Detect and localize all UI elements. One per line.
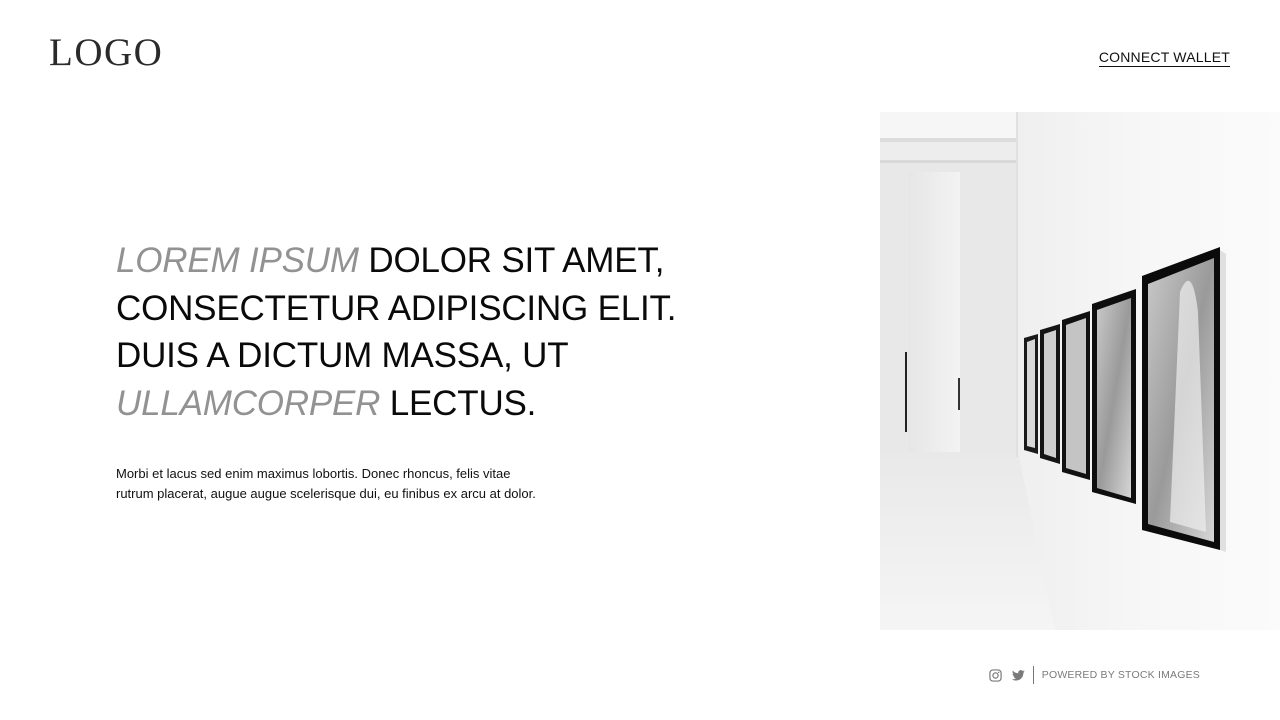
- connect-wallet-link[interactable]: CONNECT WALLET: [1098, 49, 1230, 67]
- body-line-2: rutrum placerat, augue augue scelerisque…: [116, 486, 536, 501]
- headline-accent-1: LOREM IPSUM: [116, 241, 359, 280]
- logo[interactable]: LOGO: [49, 33, 163, 72]
- headline-accent-2: ULLAMCORPER: [116, 383, 381, 423]
- instagram-icon[interactable]: [989, 668, 1002, 682]
- headline-line-3: DUIS A DICTUM MASSA, UT: [116, 336, 569, 375]
- twitter-icon[interactable]: [1011, 669, 1025, 682]
- footer: POWERED BY STOCK IMAGES: [989, 666, 1200, 684]
- footer-divider: [1032, 666, 1034, 684]
- gallery-image: [880, 112, 1280, 630]
- body-line-1: Morbi et lacus sed enim maximus lobortis…: [116, 466, 511, 481]
- headline-text-2: LECTUS.: [380, 383, 537, 423]
- footer-credit: POWERED BY STOCK IMAGES: [1041, 669, 1200, 681]
- hero-body-text: Morbi et lacus sed enim maximus lobortis…: [116, 464, 586, 504]
- headline-line-2: CONSECTETUR ADIPISCING ELIT.: [116, 288, 677, 328]
- landing-page: LOGO CONNECT WALLET LOREM IPSUM DOLOR SI…: [0, 0, 1280, 720]
- headline-text-1: DOLOR SIT AMET,: [358, 241, 665, 280]
- hero-headline: LOREM IPSUM DOLOR SIT AMET, CONSECTETUR …: [116, 237, 756, 427]
- hero-section: LOREM IPSUM DOLOR SIT AMET, CONSECTETUR …: [116, 237, 756, 501]
